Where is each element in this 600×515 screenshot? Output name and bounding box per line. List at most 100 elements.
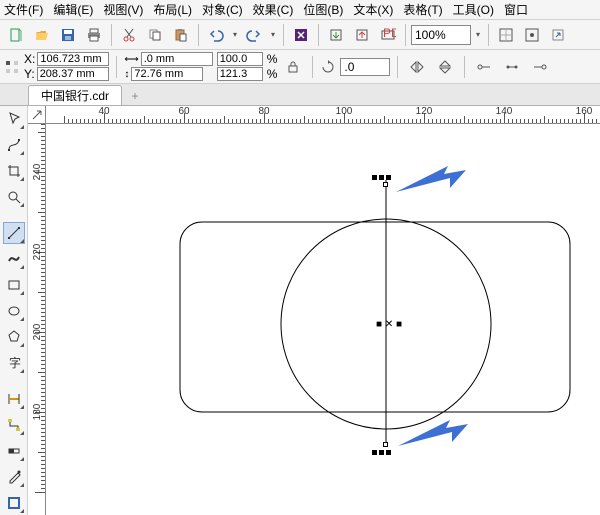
- tab-document[interactable]: 中国银行.cdr: [28, 85, 122, 105]
- shape-rounded-rect[interactable]: [180, 222, 570, 412]
- separator: [312, 56, 313, 78]
- drawing-surface[interactable]: ■ ✕ ■: [46, 124, 600, 515]
- rectangle-tool[interactable]: [3, 274, 25, 296]
- menu-layout[interactable]: 布局(L): [153, 1, 192, 18]
- menu-object[interactable]: 对象(C): [202, 1, 243, 18]
- x-input[interactable]: [37, 52, 109, 66]
- mirror-h-button[interactable]: [405, 55, 429, 79]
- copy-button[interactable]: [143, 23, 167, 47]
- freehand-tool[interactable]: [3, 222, 25, 244]
- ruler-v-label: 220: [32, 244, 43, 261]
- selection-handle[interactable]: [372, 175, 377, 180]
- lock-ratio-button[interactable]: [281, 55, 305, 79]
- rotation-input[interactable]: .0: [340, 58, 390, 76]
- publish-icon: PDF: [380, 27, 396, 43]
- dimension-tool[interactable]: [3, 388, 25, 410]
- zoom-tool[interactable]: [3, 186, 25, 208]
- separator: [111, 24, 112, 46]
- zoom-value: 100%: [415, 28, 446, 42]
- mirror-v-button[interactable]: [433, 55, 457, 79]
- line-start-button[interactable]: [472, 55, 496, 79]
- width-input[interactable]: [141, 52, 213, 66]
- menu-text[interactable]: 文本(X): [353, 1, 393, 18]
- crop-tool[interactable]: [3, 160, 25, 182]
- ruler-v-label: 200: [32, 324, 43, 341]
- position-icon: [4, 59, 20, 75]
- ruler-v-label: 240: [32, 164, 43, 181]
- selection-handle[interactable]: [386, 450, 391, 455]
- line-end-button[interactable]: [528, 55, 552, 79]
- selection-handle[interactable]: [379, 175, 384, 180]
- mirror-v-icon: [437, 59, 453, 75]
- print-button[interactable]: [82, 23, 106, 47]
- pick-tool[interactable]: [3, 108, 25, 130]
- snap-icon: [498, 27, 514, 43]
- search-button[interactable]: [289, 23, 313, 47]
- zoom-dropdown[interactable]: ▾: [473, 26, 483, 44]
- canvas[interactable]: 406080100120140160 240220200180 ■ ✕ ■: [28, 106, 600, 515]
- selection-handle[interactable]: [372, 450, 377, 455]
- redo-button[interactable]: [242, 23, 266, 47]
- scale-fields: [217, 52, 263, 82]
- ellipse-tool[interactable]: [3, 300, 25, 322]
- menu-view[interactable]: 视图(V): [103, 1, 143, 18]
- eyedropper-tool[interactable]: [3, 466, 25, 488]
- selection-handle[interactable]: [379, 450, 384, 455]
- separator: [283, 24, 284, 46]
- ruler-vertical[interactable]: 240220200180: [28, 124, 46, 515]
- undo-button[interactable]: [204, 23, 228, 47]
- height-input[interactable]: [131, 67, 203, 81]
- outline-tool[interactable]: [3, 492, 25, 514]
- redo-dropdown[interactable]: ▾: [268, 26, 278, 44]
- ruler-h-label: 80: [258, 106, 269, 117]
- zoom-combo[interactable]: 100%: [411, 25, 471, 45]
- menu-window[interactable]: 窗口: [504, 1, 528, 18]
- shape-tool[interactable]: [3, 134, 25, 156]
- separator: [318, 24, 319, 46]
- menu-file[interactable]: 文件(F): [4, 1, 43, 18]
- search-icon: [293, 27, 309, 43]
- paste-button[interactable]: [169, 23, 193, 47]
- menu-table[interactable]: 表格(T): [403, 1, 442, 18]
- connector-tool[interactable]: [3, 414, 25, 436]
- menu-edit[interactable]: 编辑(E): [53, 1, 93, 18]
- open-button[interactable]: [30, 23, 54, 47]
- text-tool[interactable]: 字: [3, 352, 25, 374]
- launch-button[interactable]: [546, 23, 570, 47]
- artistic-tool[interactable]: [3, 248, 25, 270]
- line-segment-button[interactable]: [500, 55, 524, 79]
- ruler-origin[interactable]: [28, 106, 46, 124]
- new-button[interactable]: [4, 23, 28, 47]
- selection-center: ■ ✕ ■: [376, 319, 402, 330]
- cut-button[interactable]: [117, 23, 141, 47]
- separator: [198, 24, 199, 46]
- ruler-horizontal[interactable]: 406080100120140160: [46, 106, 600, 124]
- interactive-tool[interactable]: [3, 440, 25, 462]
- document-tabs: 中国银行.cdr +: [0, 84, 600, 106]
- ruler-h-label: 60: [178, 106, 189, 117]
- copy-icon: [147, 27, 163, 43]
- scale-x-input[interactable]: [217, 52, 263, 66]
- import-button[interactable]: [324, 23, 348, 47]
- polygon-tool[interactable]: [3, 326, 25, 348]
- menu-tools[interactable]: 工具(O): [453, 1, 494, 18]
- undo-dropdown[interactable]: ▾: [230, 26, 240, 44]
- separator: [464, 56, 465, 78]
- menu-bitmap[interactable]: 位图(B): [303, 1, 343, 18]
- position-fields: X: Y:: [24, 52, 109, 82]
- tab-add[interactable]: +: [126, 87, 144, 105]
- selection-node[interactable]: [383, 442, 388, 447]
- export-button[interactable]: [350, 23, 374, 47]
- menu-effects[interactable]: 效果(C): [253, 1, 294, 18]
- main-area: 字 406080100120140160 240220200180: [0, 106, 600, 515]
- publish-button[interactable]: PDF: [376, 23, 400, 47]
- snap-button[interactable]: [494, 23, 518, 47]
- x-label: X:: [24, 52, 35, 66]
- cut-icon: [121, 27, 137, 43]
- save-button[interactable]: [56, 23, 80, 47]
- options-button[interactable]: [520, 23, 544, 47]
- selection-handle[interactable]: [386, 175, 391, 180]
- selection-node[interactable]: [383, 182, 388, 187]
- scale-y-input[interactable]: [217, 67, 263, 81]
- y-input[interactable]: [37, 67, 109, 81]
